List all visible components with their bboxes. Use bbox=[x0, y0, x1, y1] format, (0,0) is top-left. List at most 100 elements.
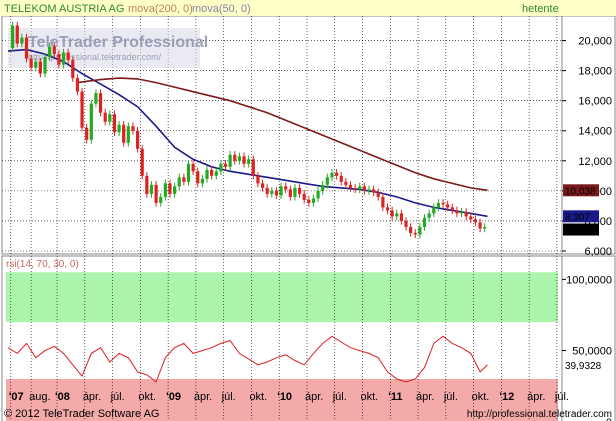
rsi-band bbox=[6, 272, 558, 323]
price-candle-body bbox=[413, 232, 417, 235]
x-tick-label: ápr. bbox=[305, 391, 323, 403]
price-candle-body bbox=[385, 207, 390, 211]
price-candle-body bbox=[325, 177, 329, 185]
price-candle-body bbox=[251, 159, 255, 176]
price-candle-body bbox=[98, 93, 103, 113]
price-candle-body bbox=[149, 184, 154, 194]
x-tick-label: okt. bbox=[472, 391, 490, 403]
price-candle-body bbox=[464, 211, 468, 217]
last-value-tag-ma-short: 8,307 bbox=[565, 212, 590, 223]
price-candle-body bbox=[339, 175, 343, 182]
price-candle-body bbox=[265, 187, 269, 194]
price-candle-body bbox=[478, 222, 482, 229]
price-candle-body bbox=[214, 171, 218, 176]
price-y-tick-label: 12,000 bbox=[578, 156, 612, 168]
price-candle-body bbox=[163, 183, 167, 197]
price-candle-body bbox=[422, 217, 427, 227]
price-candle-body bbox=[85, 127, 89, 140]
x-tick-label: ápr. bbox=[194, 391, 212, 403]
x-tick-label: okt. bbox=[361, 391, 379, 403]
price-candle-body bbox=[483, 226, 487, 229]
price-candle-body bbox=[131, 126, 135, 131]
price-candle-body bbox=[15, 25, 19, 44]
price-candle-body bbox=[311, 198, 316, 203]
rsi-y-tick-label: 100,0000 bbox=[566, 274, 612, 286]
price-candle-body bbox=[48, 46, 52, 58]
x-tick-label: '11 bbox=[388, 391, 402, 403]
price-candle-body bbox=[334, 172, 339, 176]
price-candle-body bbox=[473, 219, 478, 223]
stock-chart: TeleTrader Professional http://professio… bbox=[0, 0, 616, 421]
price-candle-body bbox=[348, 184, 353, 188]
rsi-y-tick-label: 50,0000 bbox=[572, 346, 612, 358]
price-candle-body bbox=[358, 186, 362, 190]
price-candle-body bbox=[284, 186, 288, 190]
header-ma-long-label: mova(200, 0) bbox=[128, 3, 193, 15]
header-instrument: TELEKOM AUSTRIA AG bbox=[4, 3, 124, 15]
price-candle-body bbox=[177, 177, 181, 187]
price-candle-body bbox=[154, 184, 158, 203]
price-candle-body bbox=[80, 91, 84, 128]
watermark: TeleTrader Professional http://professio… bbox=[8, 28, 208, 68]
price-candle-body bbox=[20, 37, 24, 44]
price-candle-body bbox=[66, 52, 70, 61]
price-candle-body bbox=[200, 178, 204, 184]
price-candle-body bbox=[418, 226, 422, 235]
x-tick-label: okt. bbox=[249, 391, 267, 403]
price-candle-body bbox=[205, 169, 209, 179]
price-candle-body bbox=[247, 159, 251, 164]
price-candle-body bbox=[168, 183, 172, 194]
last-value-tag-ma-long: 10,038 bbox=[565, 186, 596, 197]
x-tick-label: júl. bbox=[554, 391, 569, 403]
price-candle-body bbox=[297, 187, 302, 194]
footer-url: http://professional.teletrader.com bbox=[467, 409, 612, 420]
price-candle-body bbox=[52, 46, 56, 55]
price-candle-body bbox=[159, 196, 163, 203]
price-candle-body bbox=[372, 189, 376, 193]
price-candle-body bbox=[71, 60, 75, 79]
x-tick-label: okt. bbox=[138, 391, 156, 403]
x-tick-label: aug. bbox=[29, 391, 50, 403]
footer-copyright: © 2012 TeleTrader Software AG bbox=[4, 408, 159, 420]
price-candle-body bbox=[279, 186, 283, 196]
price-candle-body bbox=[362, 186, 366, 191]
price-candle-body bbox=[293, 187, 297, 197]
price-candle-body bbox=[399, 213, 403, 221]
x-tick-label: '09 bbox=[166, 391, 181, 403]
price-candle-body bbox=[11, 25, 15, 49]
price-candle-body bbox=[140, 148, 144, 176]
price-candle-body bbox=[436, 202, 441, 208]
price-candle-body bbox=[459, 211, 464, 214]
price-candle-body bbox=[330, 172, 334, 178]
price-candle-body bbox=[191, 163, 195, 172]
price-candle-body bbox=[103, 112, 107, 122]
price-candle-body bbox=[367, 189, 371, 191]
price-y-tick-label: 20,000 bbox=[578, 36, 612, 48]
price-candle-body bbox=[233, 154, 237, 161]
price-candle-body bbox=[210, 169, 214, 176]
price-candle-body bbox=[344, 181, 348, 185]
x-tick-label: ápr. bbox=[83, 391, 101, 403]
price-candle-body bbox=[390, 210, 394, 217]
price-candle-body bbox=[34, 61, 38, 68]
price-candle-body bbox=[135, 130, 140, 149]
price-candle-body bbox=[432, 207, 436, 214]
price-candle-body bbox=[353, 187, 357, 190]
x-tick-label: júl. bbox=[332, 391, 347, 403]
x-tick-label: júl. bbox=[110, 391, 125, 403]
price-candle-body bbox=[89, 103, 93, 140]
price-candle-body bbox=[381, 196, 385, 208]
price-candle-body bbox=[446, 204, 450, 208]
price-candle-body bbox=[117, 124, 121, 133]
price-candle-body bbox=[316, 190, 320, 199]
x-tick-label: '07 bbox=[9, 391, 24, 403]
price-y-tick-label: 16,000 bbox=[578, 96, 612, 108]
price-candle-body bbox=[450, 207, 454, 211]
price-candle-body bbox=[61, 52, 66, 65]
price-y-tick-label: 18,000 bbox=[578, 66, 612, 78]
price-candle-body bbox=[43, 57, 47, 74]
price-candle-body bbox=[24, 37, 29, 59]
price-candle-body bbox=[186, 163, 191, 182]
price-y-tick-label: 14,000 bbox=[578, 126, 612, 138]
price-candle-body bbox=[404, 220, 408, 227]
